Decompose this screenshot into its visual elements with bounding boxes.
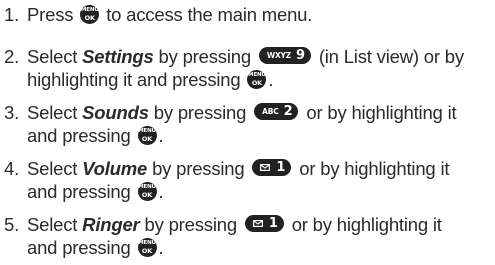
step-text-part: by pressing [158, 46, 252, 67]
step-text-part: to access the main menu. [106, 4, 313, 25]
step-text-part: . [268, 69, 274, 90]
step-text-part: (in List view) or by [318, 46, 464, 67]
menu-ok-key-icon: MENU OK [80, 5, 100, 24]
step-text-part: Press [27, 4, 74, 25]
step-text: Select Settings by pressing WXYZ 9 (in Li… [27, 45, 492, 91]
step-text: Select Volume by pressing 1 or by highli… [27, 157, 492, 203]
menu-ok-key-icon: MENU OK [137, 238, 157, 257]
step-text-part: and pressing [27, 237, 131, 258]
step-text-part: by pressing [144, 214, 238, 235]
step-text-part: Select [27, 102, 78, 123]
step-text-part: or by highlighting it [306, 102, 457, 123]
step-text-part: and pressing [27, 181, 131, 202]
step-text-part: or by highlighting it [299, 158, 450, 179]
envelope-icon [260, 164, 271, 171]
menu-ok-key-icon: MENU OK [137, 182, 157, 201]
step-number: 1. [4, 4, 20, 25]
step-number: 2. [4, 46, 20, 67]
menu-option-name: Sounds [82, 102, 149, 123]
step-text-part: . [158, 125, 164, 146]
menu-ok-key-icon: MENU OK [247, 70, 267, 89]
menu-option-name: Settings [82, 46, 154, 67]
step-text-part: Select [27, 158, 78, 179]
step-number: 3. [4, 102, 20, 123]
step-text-part: Select [27, 214, 78, 235]
instruction-steps: 1. Press MENU OK to access the main menu.… [0, 0, 495, 265]
step-text-part: . [158, 181, 164, 202]
step-text-part: . [158, 237, 164, 258]
step-text-part: by pressing [152, 158, 245, 179]
step-text: Select Ringer by pressing 1 or by highli… [27, 213, 492, 259]
menu-option-name: Volume [82, 158, 148, 179]
menu-ok-key-icon: MENU OK [137, 126, 157, 145]
wxyz-9-key-icon: WXYZ 9 [258, 47, 311, 64]
envelope-icon [252, 220, 263, 227]
menu-option-name: Ringer [82, 214, 140, 235]
step-text: Select Sounds by pressing ABC 2 or by hig… [27, 101, 492, 147]
abc-2-key-icon: ABC 2 [254, 103, 299, 120]
step-number: 5. [4, 214, 20, 235]
step-text-part: and pressing [27, 125, 131, 146]
step-text-part: or by highlighting it [291, 214, 442, 235]
step-number: 4. [4, 158, 20, 179]
voicemail-1-key-icon: 1 [244, 215, 284, 232]
voicemail-1-key-icon: 1 [252, 159, 292, 176]
step-text-part: Select [27, 46, 78, 67]
step-text-part: by pressing [153, 102, 247, 123]
step-text: Press MENU OK to access the main menu. [27, 3, 492, 26]
step-text-part: highlighting it and pressing [27, 69, 241, 90]
